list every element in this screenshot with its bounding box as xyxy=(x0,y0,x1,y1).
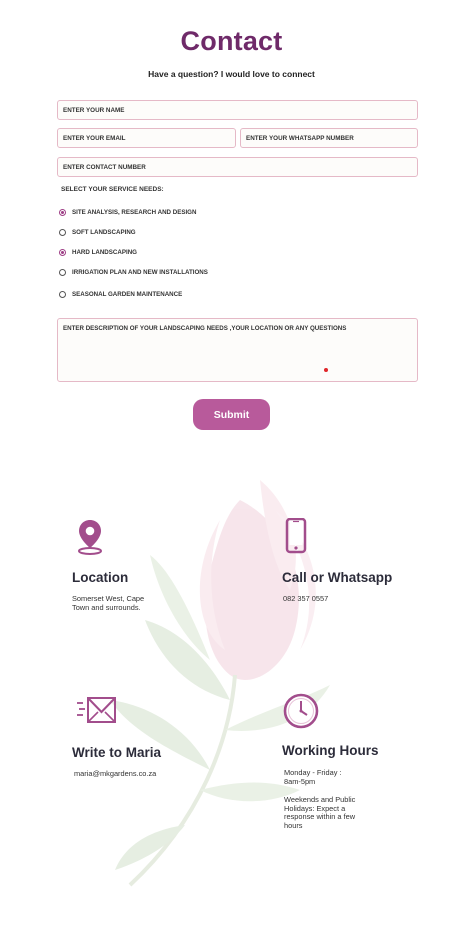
description-textarea[interactable]: ENTER DESCRIPTION OF YOUR LANDSCAPING NE… xyxy=(57,318,418,382)
service-option-label: HARD LANDSCAPING xyxy=(72,249,137,256)
radio-button[interactable] xyxy=(59,209,66,216)
red-dot-marker xyxy=(324,368,328,372)
location-text: Somerset West, Cape Town and surrounds. xyxy=(72,594,145,612)
location-pin-icon xyxy=(78,520,102,555)
location-title: Location xyxy=(72,570,129,585)
name-input[interactable]: ENTER YOUR NAME xyxy=(57,100,418,120)
service-option-hard-landscaping[interactable]: HARD LANDSCAPING xyxy=(59,249,137,256)
whatsapp-input[interactable]: ENTER YOUR WHATSAPP NUMBER xyxy=(240,128,418,148)
radio-button[interactable] xyxy=(59,269,66,276)
email-envelope-icon xyxy=(77,697,116,723)
service-option-soft-landscaping[interactable]: SOFT LANDSCAPING xyxy=(59,229,136,236)
description-placeholder: ENTER DESCRIPTION OF YOUR LANDSCAPING NE… xyxy=(63,325,347,332)
email-input[interactable]: ENTER YOUR EMAIL xyxy=(57,128,236,148)
clock-icon xyxy=(283,693,319,729)
radio-button[interactable] xyxy=(59,249,66,256)
radio-button[interactable] xyxy=(59,291,66,298)
submit-button[interactable]: Submit xyxy=(193,399,270,430)
call-title: Call or Whatsapp xyxy=(282,570,393,585)
service-option-irrigation[interactable]: IRRIGATION PLAN AND NEW INSTALLATIONS xyxy=(59,269,208,276)
radio-button[interactable] xyxy=(59,229,66,236)
page-title: Contact xyxy=(180,26,283,56)
email-placeholder: ENTER YOUR EMAIL xyxy=(63,134,126,142)
whatsapp-placeholder: ENTER YOUR WHATSAPP NUMBER xyxy=(246,134,354,142)
write-title: Write to Maria xyxy=(72,745,162,760)
service-option-label: SITE ANALYSIS, RESEARCH AND DESIGN xyxy=(72,209,197,216)
page-subtitle: Have a question? I would love to connect xyxy=(148,69,315,79)
services-label: SELECT YOUR SERVICE NEEDS: xyxy=(61,186,164,193)
phone-icon xyxy=(285,518,307,554)
hours-title: Working Hours xyxy=(282,743,379,758)
service-option-maintenance[interactable]: SEASONAL GARDEN MAINTENANCE xyxy=(59,291,182,298)
call-text: 082 357 0557 xyxy=(283,594,329,603)
hours-weekend-text: Weekends and Public Holidays: Expect a r… xyxy=(284,795,356,830)
contact-number-input[interactable]: ENTER CONTACT NUMBER xyxy=(57,157,418,177)
service-option-site-analysis[interactable]: SITE ANALYSIS, RESEARCH AND DESIGN xyxy=(59,209,196,216)
hours-weekday-text: Monday - Friday : 8am-5pm xyxy=(284,768,342,786)
service-option-label: IRRIGATION PLAN AND NEW INSTALLATIONS xyxy=(72,269,208,276)
write-text: maria@mkgardens.co.za xyxy=(74,769,157,778)
contact-placeholder: ENTER CONTACT NUMBER xyxy=(63,163,146,171)
service-option-label: SOFT LANDSCAPING xyxy=(72,229,136,236)
service-option-label: SEASONAL GARDEN MAINTENANCE xyxy=(72,291,183,298)
name-placeholder: ENTER YOUR NAME xyxy=(63,106,125,114)
